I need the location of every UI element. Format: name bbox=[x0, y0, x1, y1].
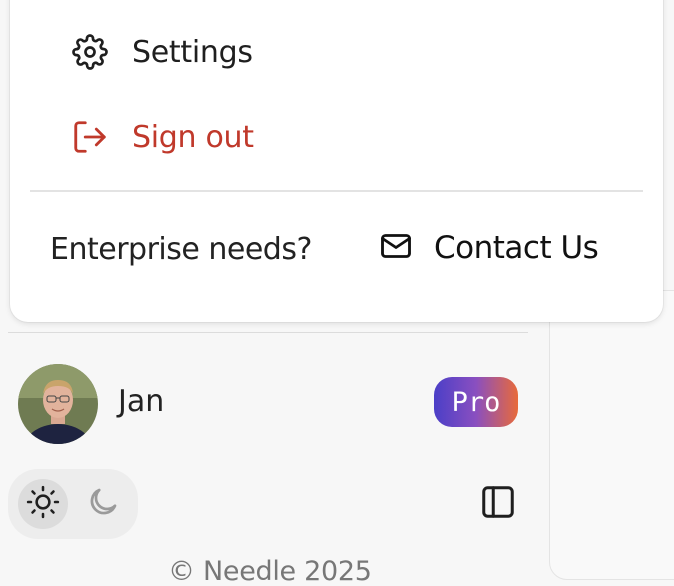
sun-icon bbox=[26, 485, 60, 523]
light-theme-button[interactable] bbox=[18, 479, 68, 529]
sign-out-icon bbox=[70, 117, 110, 157]
menu-item-sign-out[interactable]: Sign out bbox=[70, 113, 254, 161]
menu-item-settings[interactable]: Settings bbox=[70, 28, 253, 76]
main-content-panel bbox=[549, 290, 674, 580]
sign-out-label: Sign out bbox=[132, 119, 254, 155]
moon-icon bbox=[85, 484, 121, 524]
user-profile-row[interactable]: Jan Pro bbox=[18, 364, 518, 444]
collapse-sidebar-button[interactable] bbox=[476, 482, 520, 526]
pro-badge[interactable]: Pro bbox=[434, 377, 518, 427]
avatar[interactable] bbox=[18, 364, 98, 444]
contact-us-link[interactable]: Contact Us bbox=[378, 228, 599, 268]
user-name: Jan bbox=[118, 384, 165, 419]
copyright-text: © Needle 2025 bbox=[168, 556, 372, 586]
mail-icon bbox=[378, 228, 414, 268]
theme-toggle bbox=[8, 469, 138, 539]
settings-label: Settings bbox=[132, 34, 253, 70]
menu-separator bbox=[30, 190, 643, 192]
sidebar-divider bbox=[8, 332, 528, 333]
user-menu-dropdown: Settings Sign out Enterprise needs? Cont… bbox=[10, 0, 663, 322]
app-viewport: Settings Sign out Enterprise needs? Cont… bbox=[0, 0, 674, 586]
sidebar-toggle-icon bbox=[479, 483, 517, 525]
enterprise-prompt: Enterprise needs? bbox=[50, 232, 312, 267]
contact-us-label: Contact Us bbox=[434, 230, 599, 266]
dark-theme-button[interactable] bbox=[78, 479, 128, 529]
gear-icon bbox=[70, 32, 110, 72]
